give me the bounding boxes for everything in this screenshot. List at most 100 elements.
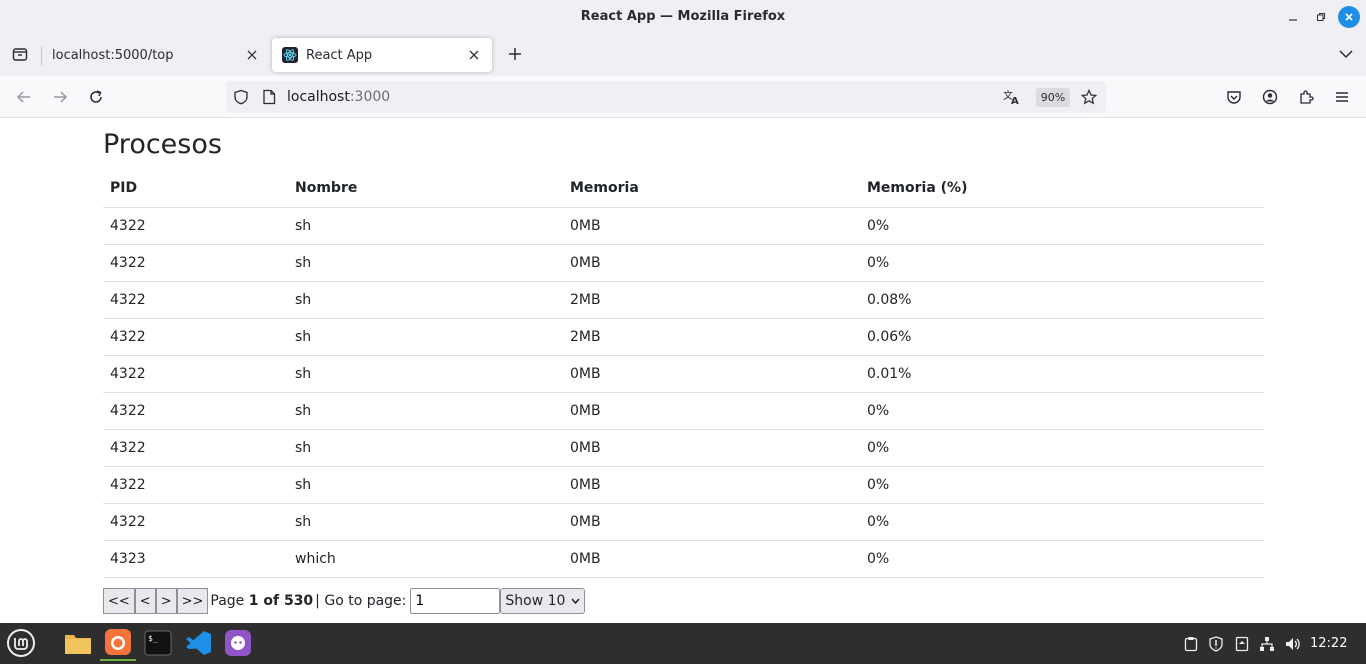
last-page-button[interactable]: >> bbox=[176, 588, 209, 614]
notes-icon[interactable] bbox=[1233, 635, 1251, 653]
volume-icon[interactable] bbox=[1284, 635, 1302, 653]
cell-nombre: sh bbox=[288, 318, 563, 356]
reload-button[interactable] bbox=[84, 85, 108, 109]
shield-icon[interactable] bbox=[232, 88, 250, 106]
tab-label: React App bbox=[306, 47, 373, 63]
page-size-select[interactable]: Show 10 bbox=[500, 588, 586, 614]
shield-update-icon[interactable] bbox=[1207, 635, 1225, 653]
taskbar-firefox[interactable] bbox=[100, 625, 136, 661]
cell-memoria: 0MB bbox=[563, 540, 860, 578]
chevron-down-icon bbox=[1339, 50, 1353, 59]
bookmark-star-icon[interactable] bbox=[1080, 88, 1098, 106]
zoom-level-badge[interactable]: 90% bbox=[1036, 88, 1070, 107]
cell-pid: 4322 bbox=[103, 355, 288, 393]
table-row: 4322 sh 0MB 0% bbox=[103, 392, 1264, 430]
column-header-nombre: Nombre bbox=[288, 170, 563, 208]
taskbar-terminal[interactable]: $_ bbox=[140, 625, 176, 661]
close-icon bbox=[247, 50, 257, 60]
minimize-button[interactable] bbox=[1282, 6, 1304, 28]
arrow-right-icon bbox=[54, 91, 68, 103]
cell-memoria-pct: 0.01% bbox=[860, 355, 1264, 393]
navigation-toolbar: localhost:3000 文A 90% bbox=[0, 76, 1366, 118]
goto-page-label: | Go to page: bbox=[315, 593, 407, 609]
forward-button[interactable] bbox=[48, 85, 72, 109]
taskbar-vscode[interactable] bbox=[180, 625, 216, 661]
page-content: Procesos PID Nombre Memoria Memoria (%) … bbox=[0, 118, 1366, 623]
cell-memoria: 0MB bbox=[563, 429, 860, 467]
cell-nombre: sh bbox=[288, 503, 563, 541]
react-logo-icon bbox=[282, 47, 298, 63]
cell-memoria: 0MB bbox=[563, 503, 860, 541]
folder-icon bbox=[65, 635, 91, 654]
vscode-icon bbox=[186, 631, 211, 655]
table-row: 4322 sh 0MB 0% bbox=[103, 429, 1264, 467]
taskbar: $_ 12:22 bbox=[0, 623, 1366, 664]
table-body: 4322 sh 0MB 0% 4322 sh 0MB 0% 4322 sh 2MB 0.08% 4… bbox=[103, 207, 1264, 578]
cell-pid: 4322 bbox=[103, 429, 288, 467]
table-row: 4322 sh 0MB 0% bbox=[103, 466, 1264, 504]
arrow-left-icon bbox=[16, 91, 30, 103]
cell-memoria-pct: 0.08% bbox=[860, 281, 1264, 319]
cell-memoria-pct: 0% bbox=[860, 207, 1264, 245]
tab-localhost-5000[interactable]: localhost:5000/top bbox=[42, 38, 270, 72]
pocket-button[interactable] bbox=[1222, 85, 1246, 109]
table-row: 4322 sh 0MB 0.01% bbox=[103, 355, 1264, 393]
cell-memoria-pct: 0% bbox=[860, 540, 1264, 578]
previous-page-button[interactable]: < bbox=[134, 588, 156, 614]
tab-close-button[interactable] bbox=[466, 47, 482, 63]
hamburger-menu-icon bbox=[1336, 92, 1348, 102]
new-tab-button[interactable] bbox=[504, 42, 526, 66]
cell-nombre: sh bbox=[288, 244, 563, 282]
cell-memoria-pct: 0% bbox=[860, 244, 1264, 282]
tab-react-app[interactable]: React App bbox=[272, 38, 492, 72]
taskbar-files[interactable] bbox=[60, 625, 96, 661]
cell-nombre: sh bbox=[288, 392, 563, 430]
page-icon[interactable] bbox=[260, 88, 278, 106]
table-header-row: PID Nombre Memoria Memoria (%) bbox=[103, 170, 1264, 208]
cell-nombre: sh bbox=[288, 281, 563, 319]
cell-memoria: 0MB bbox=[563, 207, 860, 245]
chevron-down-icon bbox=[571, 596, 580, 607]
extensions-button[interactable] bbox=[1294, 85, 1318, 109]
cell-nombre: sh bbox=[288, 429, 563, 467]
clipboard-icon[interactable] bbox=[1182, 635, 1200, 653]
back-button[interactable] bbox=[12, 85, 36, 109]
translate-icon[interactable]: 文A bbox=[1003, 88, 1021, 106]
plus-icon bbox=[509, 48, 521, 60]
cell-nombre: sh bbox=[288, 466, 563, 504]
url-host: localhost bbox=[287, 89, 350, 105]
restore-icon bbox=[1317, 13, 1325, 21]
cell-memoria: 0MB bbox=[563, 355, 860, 393]
url-bar[interactable]: localhost:3000 文A 90% bbox=[226, 81, 1106, 113]
close-window-button[interactable] bbox=[1338, 6, 1360, 28]
list-all-tabs-button[interactable] bbox=[1336, 44, 1356, 64]
process-table: PID Nombre Memoria Memoria (%) 4322 sh 0MB… bbox=[103, 170, 1264, 578]
cell-memoria: 0MB bbox=[563, 392, 860, 430]
app-menu-button[interactable] bbox=[1330, 85, 1354, 109]
cell-nombre: which bbox=[288, 540, 563, 578]
maximize-button[interactable] bbox=[1310, 6, 1332, 28]
firefox-view-button[interactable] bbox=[8, 42, 32, 66]
goto-page-input[interactable] bbox=[410, 588, 501, 614]
cell-pid: 4322 bbox=[103, 503, 288, 541]
column-header-memoria-pct: Memoria (%) bbox=[860, 170, 1264, 208]
svg-text:A: A bbox=[1011, 96, 1019, 105]
cell-nombre: sh bbox=[288, 207, 563, 245]
start-menu-button[interactable] bbox=[3, 625, 39, 661]
cell-pid: 4323 bbox=[103, 540, 288, 578]
first-page-button[interactable]: << bbox=[103, 588, 135, 614]
table-row: 4322 sh 0MB 0% bbox=[103, 503, 1264, 541]
cell-memoria-pct: 0% bbox=[860, 392, 1264, 430]
firefox-view-icon bbox=[12, 48, 28, 61]
column-header-memoria: Memoria bbox=[563, 170, 860, 208]
cell-memoria: 0MB bbox=[563, 466, 860, 504]
network-icon[interactable] bbox=[1258, 635, 1276, 653]
taskbar-clock[interactable]: 12:22 bbox=[1310, 636, 1347, 651]
reload-icon bbox=[90, 90, 102, 103]
account-button[interactable] bbox=[1258, 85, 1282, 109]
tab-close-button[interactable] bbox=[244, 47, 260, 63]
next-page-button[interactable]: > bbox=[155, 588, 177, 614]
taskbar-github-desktop[interactable] bbox=[220, 625, 256, 661]
cell-memoria-pct: 0.06% bbox=[860, 318, 1264, 356]
url-text[interactable]: localhost:3000 bbox=[287, 89, 390, 105]
